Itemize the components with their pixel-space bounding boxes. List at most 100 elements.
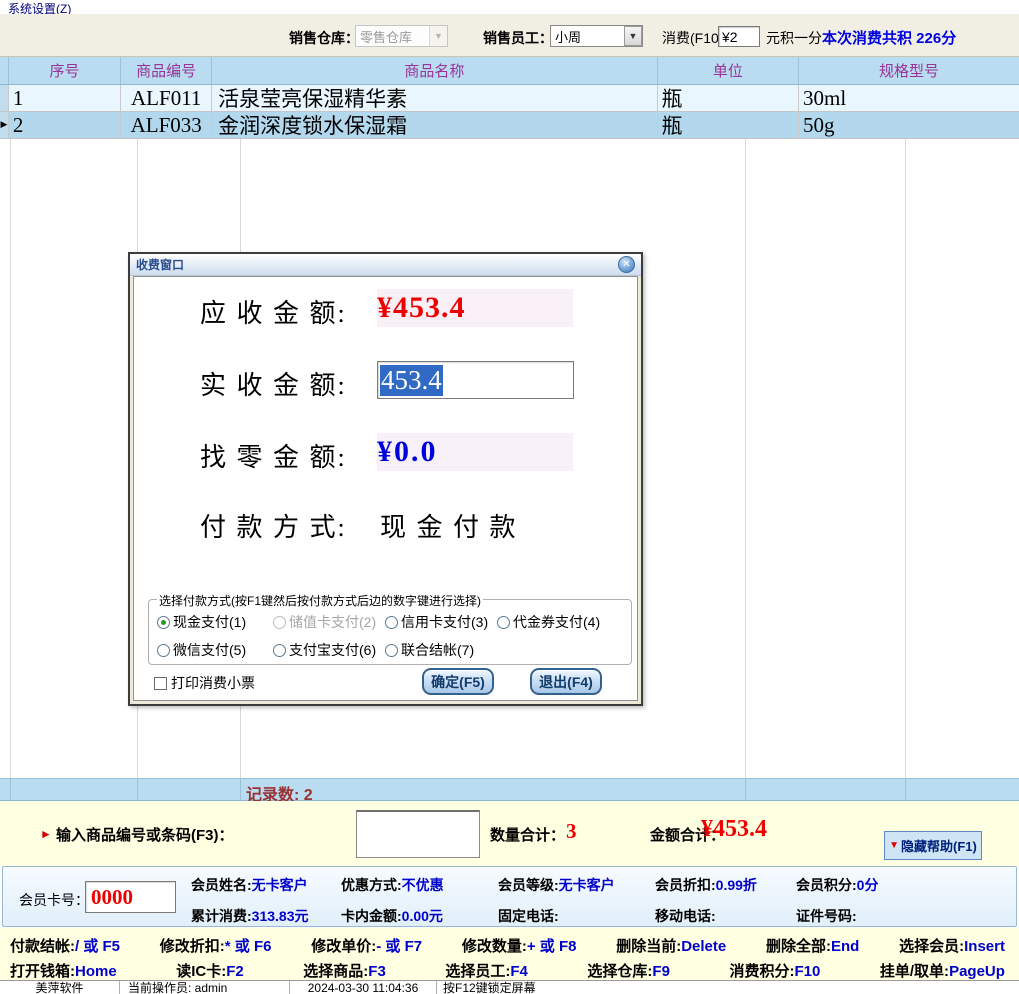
staff-select[interactable]: 小周 ▼: [550, 25, 643, 47]
hotkey-hold-order: 挂单/取单:PageUp: [880, 960, 1005, 981]
hotkey-select-member: 选择会员:Insert: [899, 935, 1005, 956]
cell-name: 活泉莹亮保湿精华素: [212, 85, 657, 111]
chevron-down-icon[interactable]: ▼: [624, 26, 642, 46]
due-amount-panel: ¥453.4: [377, 289, 573, 327]
discount-mode-field: 优惠方式:不优惠: [341, 875, 444, 895]
header-spec[interactable]: 规格型号: [799, 57, 1019, 84]
menu-bar: 系统设置(Z): [0, 0, 1019, 14]
radio-cash[interactable]: 现金支付(1): [157, 612, 246, 632]
warehouse-select: 零售仓库 ▼: [355, 25, 448, 47]
cell-unit: 瓶: [658, 85, 799, 111]
header-unit[interactable]: 单位: [658, 57, 799, 84]
barcode-input[interactable]: [356, 810, 480, 858]
radio-icon: [157, 644, 170, 657]
cell-code: ALF033: [121, 112, 212, 138]
header-code[interactable]: 商品编号: [121, 57, 212, 84]
exit-button[interactable]: 退出(F4): [530, 668, 602, 695]
dialog-title: 收费窗口: [136, 256, 618, 273]
dialog-title-bar[interactable]: 收费窗口 ✕: [130, 254, 641, 276]
header-selector-cell: [0, 57, 9, 84]
radio-icon: [497, 616, 510, 629]
close-icon[interactable]: ✕: [618, 256, 635, 273]
radio-combined[interactable]: 联合结帐(7): [385, 640, 474, 660]
member-points-field: 会员积分:0分: [796, 875, 878, 895]
hotkey-discount: 修改折扣:* 或 F6: [160, 935, 272, 956]
radio-stored-card: 储值卡支付(2): [273, 612, 376, 632]
hotkey-delete-all: 删除全部:End: [766, 935, 859, 956]
pos-app-window: 系统设置(Z) 销售仓库： 零售仓库 ▼ 销售员工： 小周 ▼ 消费(F10) …: [0, 0, 1019, 994]
status-bar: 美萍软件 当前操作员: admin 2024-03-30 11:04:36 按F…: [0, 980, 1019, 994]
change-amount-panel: ¥0.0: [377, 433, 573, 471]
hotkey-help-panel: 付款结帐:/ 或 F5 修改折扣:* 或 F6 修改单价:- 或 F7 修改数量…: [0, 928, 1019, 980]
radio-icon: [385, 644, 398, 657]
radio-wechat[interactable]: 微信支付(5): [157, 640, 246, 660]
warehouse-value: 零售仓库: [356, 27, 429, 46]
qty-total-value: 3: [566, 819, 577, 844]
hide-help-label: 隐藏帮助(F1): [901, 836, 977, 855]
hotkey-row-1: 付款结帐:/ 或 F5 修改折扣:* 或 F6 修改单价:- 或 F7 修改数量…: [10, 935, 1005, 956]
hotkey-select-staff: 选择员工:F4: [445, 960, 528, 981]
consume-label: 消费(F10): [662, 28, 723, 48]
cell-name: 金润深度锁水保湿霜: [212, 112, 657, 138]
print-receipt-checkbox[interactable]: 打印消费小票: [154, 673, 255, 693]
hotkey-price: 修改单价:- 或 F7: [311, 935, 422, 956]
cell-unit: 瓶: [658, 112, 799, 138]
triangle-down-icon: ▼: [889, 840, 899, 851]
radio-credit-card[interactable]: 信用卡支付(3): [385, 612, 488, 632]
member-name-field: 会员姓名:无卡客户: [191, 875, 308, 895]
row-selector-cell: [0, 85, 9, 111]
member-discount-field: 会员折扣:0.99折: [655, 875, 757, 895]
change-amount-value: ¥0.0: [377, 435, 438, 469]
entry-arrow-icon: ►: [40, 827, 52, 841]
hotkey-points: 消费积分:F10: [729, 960, 820, 981]
change-amount-label: 找 零 金 额:: [200, 437, 380, 474]
radio-icon: [273, 644, 286, 657]
pay-method-value: 现 金 付 款: [380, 507, 518, 544]
payment-dialog: 收费窗口 ✕ 应 收 金 额: ¥453.4 实 收 金 额: 453.4 找 …: [128, 252, 643, 706]
header-name[interactable]: 商品名称: [212, 57, 658, 84]
amount-total-value: ¥453.4: [701, 816, 767, 843]
status-operator: 当前操作员: admin: [120, 981, 290, 994]
status-app-name: 美萍软件: [0, 981, 120, 994]
chevron-down-icon: ▼: [429, 26, 447, 46]
hotkey-read-ic: 读IC卡:F2: [176, 960, 244, 981]
hotkey-select-goods: 选择商品:F3: [303, 960, 386, 981]
hotkey-select-warehouse: 选择仓库:F9: [587, 960, 670, 981]
staff-value: 小周: [551, 27, 624, 46]
print-receipt-label: 打印消费小票: [171, 673, 255, 693]
cell-spec: 30ml: [799, 85, 1019, 111]
hotkey-qty: 修改数量:+ 或 F8: [462, 935, 577, 956]
header-seq[interactable]: 序号: [9, 57, 121, 84]
member-level-field: 会员等级:无卡客户: [498, 875, 615, 895]
radio-alipay[interactable]: 支付宝支付(6): [273, 640, 376, 660]
table-row-selected[interactable]: ▶ 2 ALF033 金润深度锁水保湿霜 瓶 50g: [0, 112, 1019, 139]
radio-voucher[interactable]: 代金券支付(4): [497, 612, 600, 632]
cell-seq: 2: [9, 112, 121, 138]
received-amount-input[interactable]: 453.4: [377, 361, 574, 399]
cell-spec: 50g: [799, 112, 1019, 138]
checkbox-icon: [154, 677, 167, 690]
mobile-field: 移动电话:: [655, 906, 716, 926]
pay-method-group-title: 选择付款方式(按F1键然后按付款方式后边的数字键进行选择): [157, 592, 483, 609]
cell-code: ALF011: [121, 85, 212, 111]
status-datetime: 2024-03-30 11:04:36: [290, 981, 437, 994]
pay-method-label: 付 款 方 式:: [200, 507, 380, 544]
table-row[interactable]: 1 ALF011 活泉莹亮保湿精华素 瓶 30ml: [0, 85, 1019, 112]
card-balance-field: 卡内金额:0.00元: [341, 906, 443, 926]
id-number-field: 证件号码:: [796, 906, 857, 926]
status-lock-hint: 按F12键锁定屏幕: [437, 981, 1019, 994]
points-total-label: 本次消费共积 226分: [822, 27, 956, 48]
member-info-panel: 会员卡号： 会员姓名:无卡客户 优惠方式:不优惠 会员等级:无卡客户 会员折扣:…: [2, 866, 1017, 927]
cell-seq: 1: [9, 85, 121, 111]
hotkey-pay: 付款结帐:/ 或 F5: [10, 935, 120, 956]
card-number-input[interactable]: [85, 881, 176, 913]
qty-total-label: 数量合计：: [490, 824, 565, 845]
hotkey-delete-current: 删除当前:Delete: [616, 935, 726, 956]
hide-help-button[interactable]: ▼ 隐藏帮助(F1): [884, 831, 982, 860]
radio-icon: [157, 616, 170, 629]
hotkey-row-2: 打开钱箱:Home 读IC卡:F2 选择商品:F3 选择员工:F4 选择仓库:F…: [10, 960, 1005, 981]
confirm-button[interactable]: 确定(F5): [422, 668, 494, 695]
row-selected-marker-icon: ▶: [0, 112, 9, 138]
consume-amount-input[interactable]: [718, 26, 760, 47]
card-number-label: 会员卡号：: [19, 890, 89, 910]
